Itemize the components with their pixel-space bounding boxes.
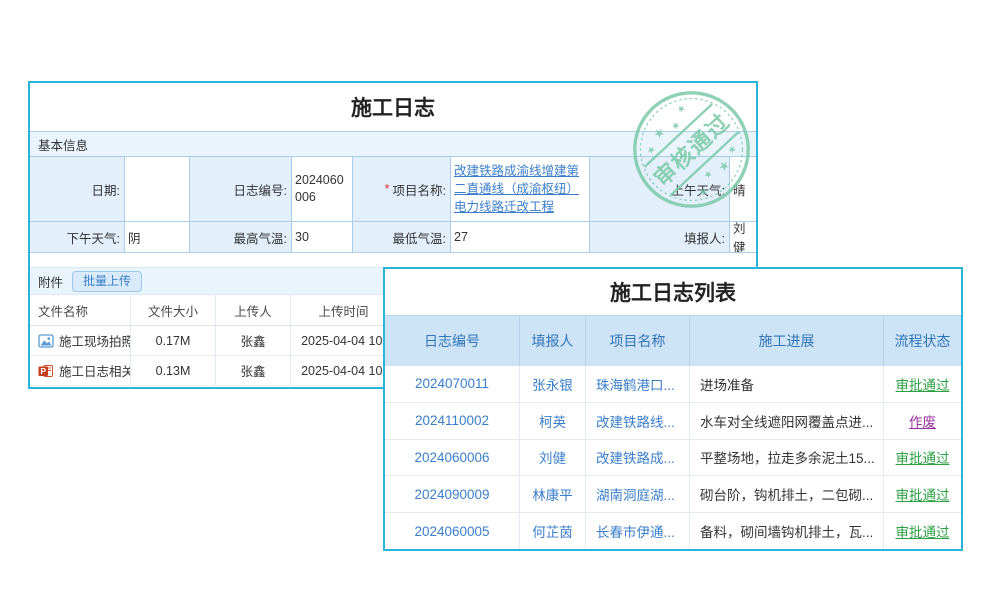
table-row: 2024060006 刘健 改建铁路成... 平整场地，拉走多余泥土15... …	[385, 440, 961, 477]
max-temp-value[interactable]: 30	[292, 222, 353, 253]
image-file-icon	[38, 333, 54, 349]
am-weather-label: 上午天气:	[590, 157, 730, 222]
project-link[interactable]: 改建铁路成...	[596, 447, 675, 467]
status-link[interactable]: 作废	[909, 411, 936, 431]
table-row: 2024090009 林康平 湖南洞庭湖... 砌台阶，钩机排土，二包砌... …	[385, 476, 961, 513]
reporter-link[interactable]: 何芷茵	[532, 521, 573, 541]
progress-text: 进场准备	[700, 374, 754, 394]
upload-time-cell: 2025-04-04 10:	[291, 356, 396, 385]
svg-text:P: P	[40, 366, 46, 376]
date-label: 日期:	[30, 157, 125, 222]
reporter-value[interactable]: 刘健	[730, 222, 756, 253]
list-body: 2024070011 张永银 珠海鹤港口... 进场准备 审批通过 202411…	[385, 366, 961, 549]
form-row-1: 日期: 日志编号: 2024060006 * 项目名称: 改建铁路成渝线增建第二…	[30, 157, 756, 222]
progress-text: 砌台阶，钩机排土，二包砌...	[700, 484, 873, 504]
project-link[interactable]: 改建铁路线...	[596, 411, 675, 431]
file-size-cell: 0.13M	[131, 356, 216, 385]
am-weather-value[interactable]: 晴	[730, 157, 756, 222]
upload-time-header: 上传时间	[291, 295, 396, 325]
batch-upload-button[interactable]: 批量上传	[72, 271, 142, 292]
min-temp-label: 最低气温:	[353, 222, 451, 253]
max-temp-label: 最高气温:	[190, 222, 292, 253]
status-link[interactable]: 审批通过	[896, 521, 950, 541]
ppt-file-icon: P	[38, 363, 54, 379]
file-size-cell: 0.17M	[131, 326, 216, 355]
date-input[interactable]	[125, 157, 190, 222]
table-row: 2024070011 张永银 珠海鹤港口... 进场准备 审批通过	[385, 366, 961, 403]
column-log-no: 日志编号	[385, 316, 520, 366]
uploader-cell: 张鑫	[216, 356, 291, 385]
pm-weather-value[interactable]: 阴	[125, 222, 190, 253]
reporter-link[interactable]: 林康平	[532, 484, 573, 504]
section-title: 基本信息	[38, 135, 88, 154]
uploader-header: 上传人	[216, 295, 291, 325]
list-title: 施工日志列表	[385, 269, 961, 315]
project-link[interactable]: 长春市伊通...	[596, 521, 675, 541]
progress-text: 水车对全线遮阳网覆盖点进...	[700, 411, 873, 431]
pm-weather-label: 下午天气:	[30, 222, 125, 253]
log-no-link[interactable]: 2024110002	[415, 413, 489, 428]
attachments-label: 附件	[38, 272, 63, 291]
file-name-cell: 施工现场拍照.j	[30, 326, 131, 355]
form-row-2: 下午天气: 阴 最高气温: 30 最低气温: 27 填报人: 刘健	[30, 222, 756, 253]
log-no-link[interactable]: 2024060005	[414, 524, 489, 539]
table-row: 2024060005 何芷茵 长春市伊通... 备料，砌间墙钩机排土，瓦... …	[385, 513, 961, 549]
column-reporter: 填报人	[520, 316, 586, 366]
log-no-link[interactable]: 2024070011	[415, 376, 489, 391]
required-asterisk: *	[385, 182, 390, 196]
form-gap	[30, 253, 756, 267]
project-name-label: * 项目名称:	[353, 157, 451, 222]
table-row: 2024110002 柯英 改建铁路线... 水车对全线遮阳网覆盖点进... 作…	[385, 403, 961, 440]
status-link[interactable]: 审批通过	[896, 374, 950, 394]
file-name-cell: P 施工日志相关	[30, 356, 131, 385]
column-project: 项目名称	[586, 316, 690, 366]
log-no-label: 日志编号:	[190, 157, 292, 222]
reporter-link[interactable]: 柯英	[539, 411, 566, 431]
reporter-link[interactable]: 张永银	[532, 374, 573, 394]
uploader-cell: 张鑫	[216, 326, 291, 355]
project-name-link[interactable]: 改建铁路成渝线增建第二直通线（成渝枢纽）电力线路迁改工程	[454, 162, 586, 216]
section-basic-info: 基本信息	[30, 131, 756, 157]
file-size-header: 文件大小	[131, 295, 216, 325]
min-temp-value[interactable]: 27	[451, 222, 590, 253]
list-header-row: 日志编号 填报人 项目名称 施工进展 流程状态	[385, 315, 961, 366]
reporter-link[interactable]: 刘健	[539, 447, 566, 467]
project-link[interactable]: 珠海鹤港口...	[596, 374, 675, 394]
reporter-label: 填报人:	[590, 222, 730, 253]
construction-log-list-panel: 施工日志列表 日志编号 填报人 项目名称 施工进展 流程状态 202407001…	[383, 267, 963, 551]
log-no-value[interactable]: 2024060006	[292, 157, 353, 222]
log-no-link[interactable]: 2024090009	[414, 487, 489, 502]
column-progress: 施工进展	[690, 316, 884, 366]
status-link[interactable]: 审批通过	[896, 484, 950, 504]
log-no-link[interactable]: 2024060006	[414, 450, 489, 465]
file-name-header: 文件名称	[30, 295, 131, 325]
column-status: 流程状态	[884, 316, 961, 366]
project-name-cell: 改建铁路成渝线增建第二直通线（成渝枢纽）电力线路迁改工程	[451, 157, 590, 222]
progress-text: 备料，砌间墙钩机排土，瓦...	[700, 521, 873, 541]
progress-text: 平整场地，拉走多余泥土15...	[700, 447, 875, 467]
status-link[interactable]: 审批通过	[896, 447, 950, 467]
upload-time-cell: 2025-04-04 10:	[291, 326, 396, 355]
project-link[interactable]: 湖南洞庭湖...	[596, 484, 675, 504]
form-title: 施工日志	[30, 83, 756, 131]
